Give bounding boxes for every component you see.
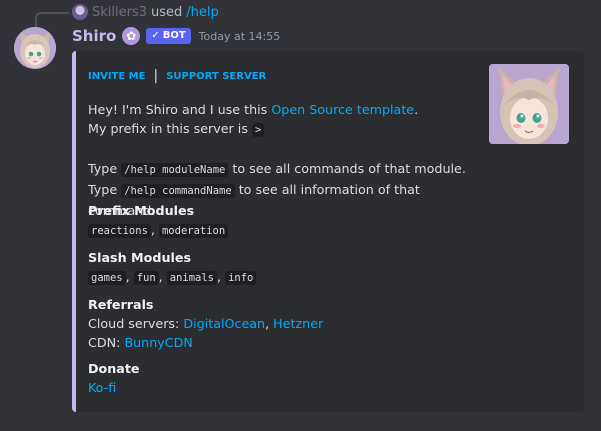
module-code: info — [225, 271, 257, 285]
field-title: Slash Modules — [88, 250, 192, 265]
avatar-image — [14, 27, 56, 69]
reply-reference[interactable]: Skillers3 used /help — [72, 4, 219, 20]
field-value: games, fun, animals, info — [88, 267, 257, 288]
field-title: Prefix Modules — [88, 203, 195, 218]
reply-username[interactable]: Skillers3 — [92, 5, 147, 20]
kofi-link[interactable]: Ko-fi — [88, 378, 140, 397]
field-prefix-modules: Prefix Modules reactions, moderation — [88, 201, 229, 241]
avatar[interactable] — [14, 27, 56, 69]
digitalocean-link[interactable]: DigitalOcean — [183, 316, 265, 331]
description-line-3: Type /help moduleName to see all command… — [88, 161, 466, 177]
hetzner-link[interactable]: Hetzner — [273, 316, 323, 331]
field-slash-modules: Slash Modules games, fun, animals, info — [88, 248, 257, 288]
open-source-template-link[interactable]: Open Source template — [271, 102, 414, 117]
invite-me-link[interactable]: INVITE ME — [88, 71, 145, 82]
module-code: games — [88, 271, 126, 285]
module-code: fun — [133, 271, 159, 285]
username[interactable]: Shiro — [72, 27, 116, 45]
field-title: Referrals — [88, 297, 154, 312]
flower-icon[interactable]: ✿ — [122, 27, 141, 45]
field-referrals: Referrals Cloud servers: DigitalOcean, H… — [88, 295, 323, 352]
thumbnail-image — [489, 64, 569, 144]
help-module-code: /help moduleName — [121, 163, 229, 177]
module-code: reactions — [88, 224, 151, 238]
checkmark-icon: ✓ — [151, 30, 160, 41]
help-command-code: /help commandName — [121, 184, 235, 198]
link-separator: | — [153, 68, 159, 84]
reply-used-text: used — [151, 4, 183, 20]
embed-thumbnail[interactable] — [489, 64, 569, 144]
field-value: reactions, moderation — [88, 220, 229, 241]
embed: INVITE ME | SUPPORT SERVER Hey! I'm Shir… — [72, 51, 584, 412]
description-line-2: My prefix in this server is > — [88, 119, 483, 140]
embed-links: INVITE ME | SUPPORT SERVER — [88, 68, 266, 84]
module-code: animals — [166, 271, 217, 285]
reply-command[interactable]: /help — [186, 5, 218, 20]
module-code: moderation — [158, 224, 229, 238]
description-line-1: Hey! I'm Shiro and I use this Open Sourc… — [88, 102, 419, 117]
referrals-cdn-line: CDN: BunnyCDN — [88, 335, 193, 350]
bunnycdn-link[interactable]: BunnyCDN — [124, 335, 192, 350]
bot-tag: ✓ BOT — [146, 28, 191, 44]
field-title: Donate — [88, 361, 140, 376]
bot-tag-label: BOT — [162, 30, 186, 41]
prefix-code: > — [251, 123, 265, 137]
field-donate: Donate Ko-fi — [88, 359, 140, 397]
reply-avatar[interactable] — [72, 4, 88, 20]
support-server-link[interactable]: SUPPORT SERVER — [166, 71, 266, 82]
timestamp[interactable]: Today at 14:55 — [199, 30, 281, 43]
message-header: Shiro ✿ ✓ BOT Today at 14:55 — [72, 25, 280, 47]
referrals-cloud-line: Cloud servers: DigitalOcean, Hetzner — [88, 316, 324, 331]
